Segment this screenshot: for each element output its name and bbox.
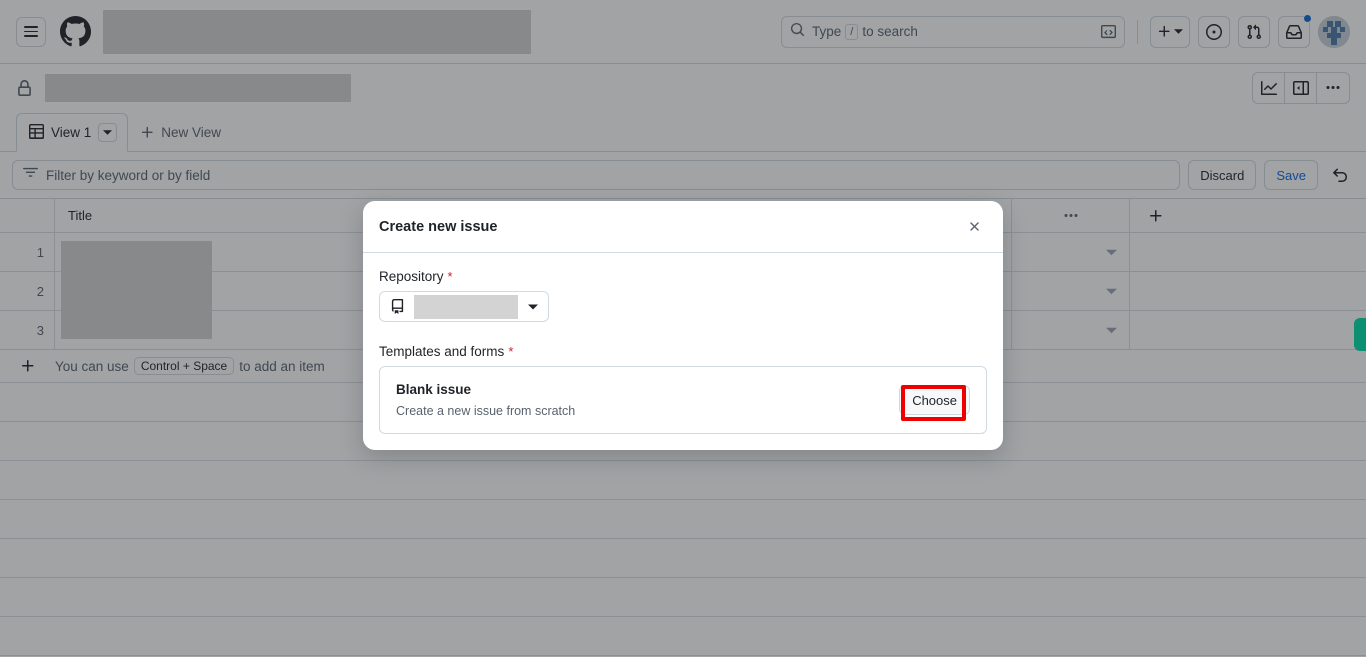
close-icon[interactable] [961, 214, 987, 240]
template-description: Create a new issue from scratch [396, 404, 576, 418]
dialog-header: Create new issue [363, 201, 1003, 253]
required-asterisk: * [508, 344, 514, 359]
required-asterisk: * [447, 269, 453, 284]
dialog-body: Repository * Templates and forms * Blank… [363, 253, 1003, 450]
dialog-title: Create new issue [379, 218, 498, 235]
repository-label-text: Repository [379, 269, 444, 284]
templates-field-label: Templates and forms * [379, 344, 987, 359]
redacted-repository-value [414, 294, 518, 319]
template-list: Blank issue Create a new issue from scra… [379, 366, 987, 434]
choose-button[interactable]: Choose [899, 385, 970, 415]
triangle-down-icon[interactable] [518, 302, 548, 312]
repo-icon [380, 299, 414, 314]
repository-field-label: Repository * [379, 269, 987, 284]
create-new-issue-dialog: Create new issue Repository * Templates … [363, 201, 1003, 450]
template-item-blank-issue: Blank issue Create a new issue from scra… [396, 382, 970, 418]
template-name: Blank issue [396, 382, 472, 397]
repository-select[interactable] [379, 291, 549, 322]
templates-label-text: Templates and forms [379, 344, 505, 359]
